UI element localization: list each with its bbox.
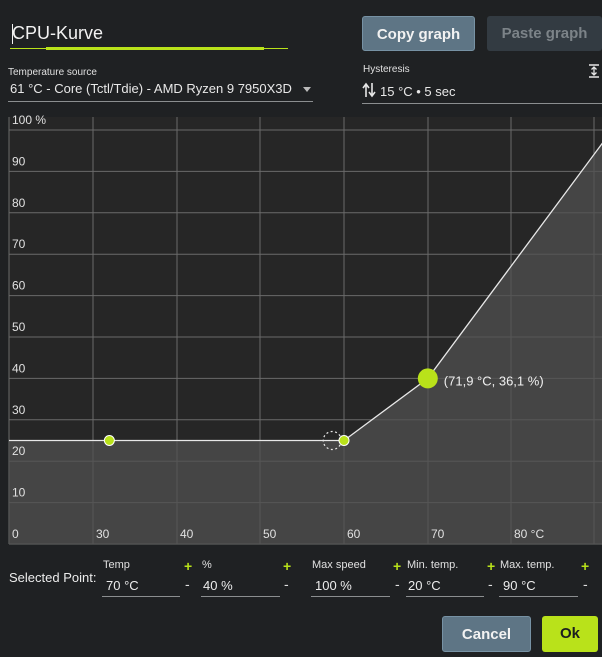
min-temp-value: 20 °C xyxy=(408,578,441,593)
temp-underline xyxy=(102,596,180,597)
temp-value: 70 °C xyxy=(106,578,139,593)
x-tick-label: 70 xyxy=(431,527,445,541)
percent-label: % xyxy=(202,559,212,571)
max-temp-decrement-button[interactable]: - xyxy=(583,576,588,592)
percent-field[interactable]: % + 40 % - xyxy=(201,558,299,600)
percent-underline xyxy=(201,596,280,597)
min-temp-underline xyxy=(406,596,484,597)
max-temp-field[interactable]: Max. temp. + 90 °C - xyxy=(499,558,599,600)
x-tick-label: 50 xyxy=(263,527,277,541)
ok-button[interactable]: Ok xyxy=(542,616,598,652)
curve-point[interactable] xyxy=(103,435,115,446)
max-temp-value: 90 °C xyxy=(503,578,536,593)
max-speed-decrement-button[interactable]: - xyxy=(395,576,400,592)
min-temp-decrement-button[interactable]: - xyxy=(488,576,493,592)
y-tick-label: 60 xyxy=(12,279,26,293)
max-speed-field[interactable]: Max speed + 100 % - xyxy=(311,558,406,600)
selected-point-label: Selected Point: xyxy=(9,570,97,585)
y-tick-label: 80 xyxy=(12,196,26,210)
y-tick-label: 70 xyxy=(12,237,26,251)
temp-decrement-button[interactable]: - xyxy=(185,576,190,592)
max-speed-value: 100 % xyxy=(315,578,352,593)
max-temp-increment-button[interactable]: + xyxy=(581,558,589,574)
y-tick-label: 10 xyxy=(12,486,26,500)
y-tick-label: 50 xyxy=(12,320,26,334)
y-tick-label: 40 xyxy=(12,361,26,375)
curve-point[interactable] xyxy=(338,435,350,446)
x-tick-label: 40 xyxy=(180,527,194,541)
temp-label: Temp xyxy=(103,559,130,571)
max-temp-label: Max. temp. xyxy=(500,559,555,571)
percent-decrement-button[interactable]: - xyxy=(284,576,289,592)
cancel-button[interactable]: Cancel xyxy=(442,616,531,652)
percent-value: 40 % xyxy=(203,578,233,593)
max-temp-underline xyxy=(499,596,578,597)
min-temp-label: Min. temp. xyxy=(407,559,459,571)
x-tick-label: 0 xyxy=(12,527,19,541)
temp-increment-button[interactable]: + xyxy=(184,558,192,574)
max-speed-label: Max speed xyxy=(312,559,366,571)
x-tick-label: 80 °C xyxy=(514,527,544,541)
max-speed-increment-button[interactable]: + xyxy=(393,558,401,574)
x-tick-label: 30 xyxy=(96,527,110,541)
temp-field[interactable]: Temp + 70 °C - xyxy=(102,558,200,600)
y-tick-label: 30 xyxy=(12,403,26,417)
x-tick-label: 60 xyxy=(347,527,361,541)
y-tick-label: 90 xyxy=(12,154,26,168)
curve-point-selected[interactable] xyxy=(417,368,438,389)
y-tick-label: 100 % xyxy=(12,113,46,127)
percent-increment-button[interactable]: + xyxy=(283,558,291,574)
point-annotation: (71,9 °C, 36,1 %) xyxy=(444,373,544,388)
min-temp-increment-button[interactable]: + xyxy=(487,558,495,574)
min-temp-field[interactable]: Min. temp. + 20 °C - xyxy=(406,558,500,600)
max-speed-underline xyxy=(311,596,390,597)
y-tick-label: 20 xyxy=(12,444,26,458)
fan-curve-chart[interactable]: 100 % 90 80 70 60 50 40 30 20 10 0 30 40 50 60 70 80 °C… xyxy=(0,0,602,560)
